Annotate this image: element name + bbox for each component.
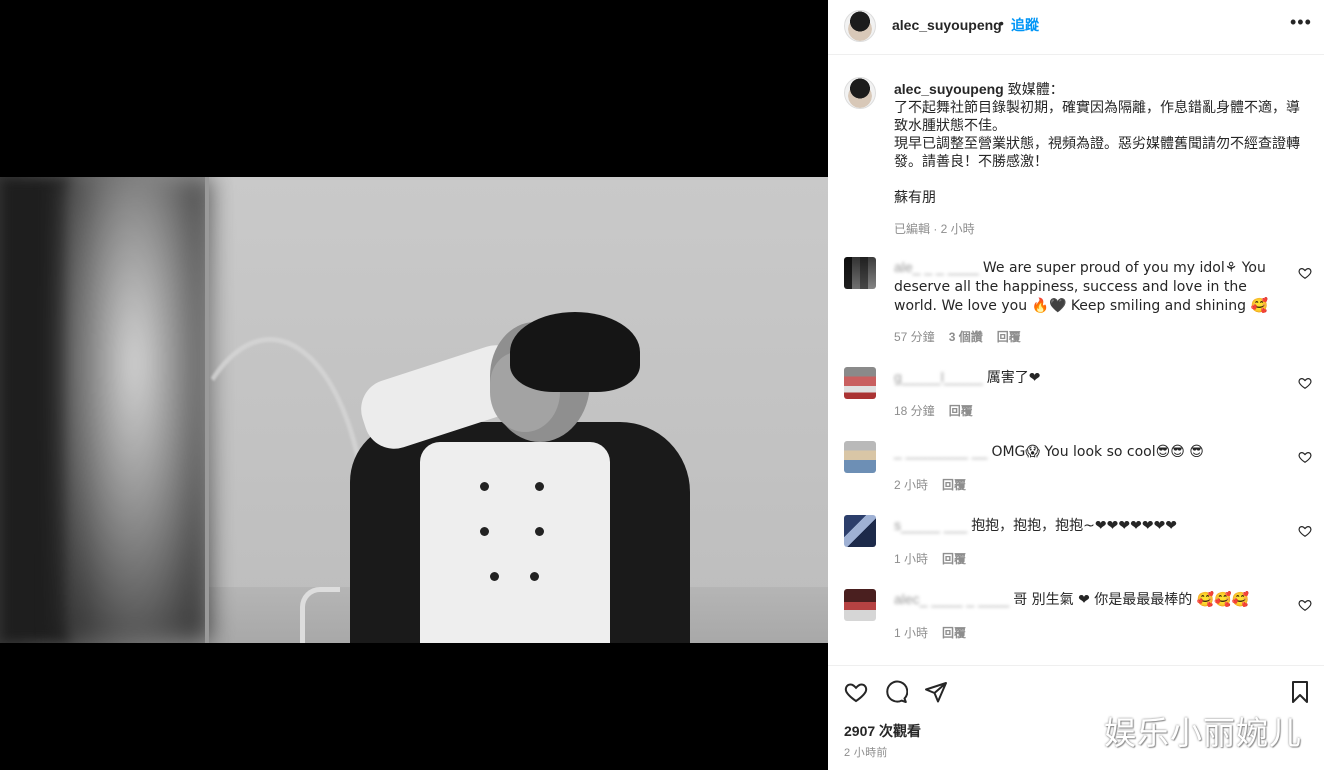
shirt-button xyxy=(480,527,489,536)
view-count[interactable]: 2907 次觀看 xyxy=(844,721,921,741)
comment-icon[interactable] xyxy=(884,680,908,704)
heart-icon[interactable] xyxy=(1298,450,1312,464)
caption-meta: 已編輯 · 2 小時 xyxy=(894,222,975,236)
commenter-avatar[interactable] xyxy=(844,367,876,399)
comment-reply[interactable]: 回覆 xyxy=(949,404,973,418)
comment-body: s_____ ___ 抱抱，抱抱，抱抱~❤❤❤❤❤❤❤ xyxy=(894,516,1294,535)
shirt-button xyxy=(480,482,489,491)
caption-line: 了不起舞社節目錄製初期，確實因為隔離，作息錯亂身體不適，導致水腫狀態不佳。 xyxy=(894,99,1300,133)
caption-line: 現早已調整至營業狀態，視頻為證。惡劣媒體舊聞請勿不經查證轉發。請善良！不勝感激！ xyxy=(894,135,1300,169)
comment-text: 厲害了❤ xyxy=(986,370,1041,386)
shirt-button xyxy=(490,572,499,581)
comment-time: 2 小時 xyxy=(894,478,929,492)
comment-body: g_____l_____ 厲害了❤ xyxy=(894,368,1294,387)
heart-icon[interactable] xyxy=(1298,524,1312,538)
post-header: alec_suyoupeng • 追蹤 ••• xyxy=(828,0,1324,55)
post-media[interactable] xyxy=(0,0,828,770)
header-separator: • xyxy=(999,15,1004,31)
caption-line: 致媒體： xyxy=(1007,81,1064,97)
caption-username[interactable]: alec_suyoupeng xyxy=(894,81,1004,97)
commenter-avatar[interactable] xyxy=(844,515,876,547)
person-hair xyxy=(510,312,640,392)
author-avatar[interactable] xyxy=(844,10,876,42)
commenter-name[interactable]: ale_ _ _ ____ xyxy=(894,258,979,276)
comment-meta: 1 小時 回覆 xyxy=(894,550,980,567)
video-person xyxy=(340,312,700,643)
shirt-button xyxy=(535,482,544,491)
comment-body: alec_ ____ _ ____ 哥 別生氣 ❤ 你是最最最棒的 🥰🥰🥰 xyxy=(894,590,1294,609)
comment-body: ale_ _ _ ____ We are super proud of you m… xyxy=(894,258,1294,315)
caption-author-avatar[interactable] xyxy=(844,77,876,109)
comment-meta: 57 分鐘 3 個讚 回覆 xyxy=(894,328,1035,345)
person-shirt xyxy=(420,442,610,643)
heart-icon[interactable] xyxy=(1298,598,1312,612)
comment-text: 抱抱，抱抱，抱抱~❤❤❤❤❤❤❤ xyxy=(971,518,1178,534)
commenter-avatar[interactable] xyxy=(844,441,876,473)
post-side-panel: alec_suyoupeng • 追蹤 ••• alec_suyoupeng 致媒… xyxy=(828,0,1324,770)
comment-text: OMG😱 You look so cool😎😎 😎 xyxy=(991,444,1204,460)
commenter-name[interactable]: g_____l_____ xyxy=(894,368,983,386)
comment-reply[interactable]: 回覆 xyxy=(942,626,966,640)
caption-signature: 蘇有朋 xyxy=(894,189,936,205)
heart-icon[interactable] xyxy=(1298,266,1312,280)
heart-icon[interactable] xyxy=(1298,376,1312,390)
video-player[interactable] xyxy=(0,177,828,643)
video-chair xyxy=(300,587,340,643)
comment-reply[interactable]: 回覆 xyxy=(942,552,966,566)
author-username[interactable]: alec_suyoupeng xyxy=(892,17,1002,33)
post-timestamp[interactable]: 2 小時前 xyxy=(844,744,888,760)
post-caption: alec_suyoupeng 致媒體： 了不起舞社節目錄製初期，確實因為隔離，作息… xyxy=(894,80,1308,206)
commenter-name[interactable]: s_____ ___ xyxy=(894,516,967,534)
comment-time: 57 分鐘 xyxy=(894,330,935,344)
follow-button[interactable]: 追蹤 xyxy=(1011,15,1039,35)
commenter-name[interactable]: _ ________ __ xyxy=(894,442,987,460)
comment-time: 18 分鐘 xyxy=(894,404,935,418)
commenter-avatar[interactable] xyxy=(844,257,876,289)
shirt-button xyxy=(535,527,544,536)
comment-likes[interactable]: 3 個讚 xyxy=(949,330,983,344)
commenter-avatar[interactable] xyxy=(844,589,876,621)
commenter-name[interactable]: alec_ ____ _ ____ xyxy=(894,590,1009,608)
bookmark-icon[interactable] xyxy=(1288,680,1312,704)
comment-reply[interactable]: 回覆 xyxy=(997,330,1021,344)
comment-meta: 1 小時 回覆 xyxy=(894,624,980,641)
comment-meta: 2 小時 回覆 xyxy=(894,476,980,493)
share-icon[interactable] xyxy=(924,680,948,704)
comment-body: _ ________ __ OMG😱 You look so cool😎😎 😎 xyxy=(894,442,1294,461)
comment-time: 1 小時 xyxy=(894,626,929,640)
shirt-button xyxy=(530,572,539,581)
comment-reply[interactable]: 回覆 xyxy=(942,478,966,492)
watermark: 娱乐小丽婉儿 xyxy=(1104,714,1303,752)
more-options-icon[interactable]: ••• xyxy=(1290,12,1312,33)
heart-icon[interactable] xyxy=(844,680,868,704)
comment-time: 1 小時 xyxy=(894,552,929,566)
comment-text: 哥 別生氣 ❤ 你是最最最棒的 🥰🥰🥰 xyxy=(1013,592,1250,608)
comment-meta: 18 分鐘 回覆 xyxy=(894,402,987,419)
